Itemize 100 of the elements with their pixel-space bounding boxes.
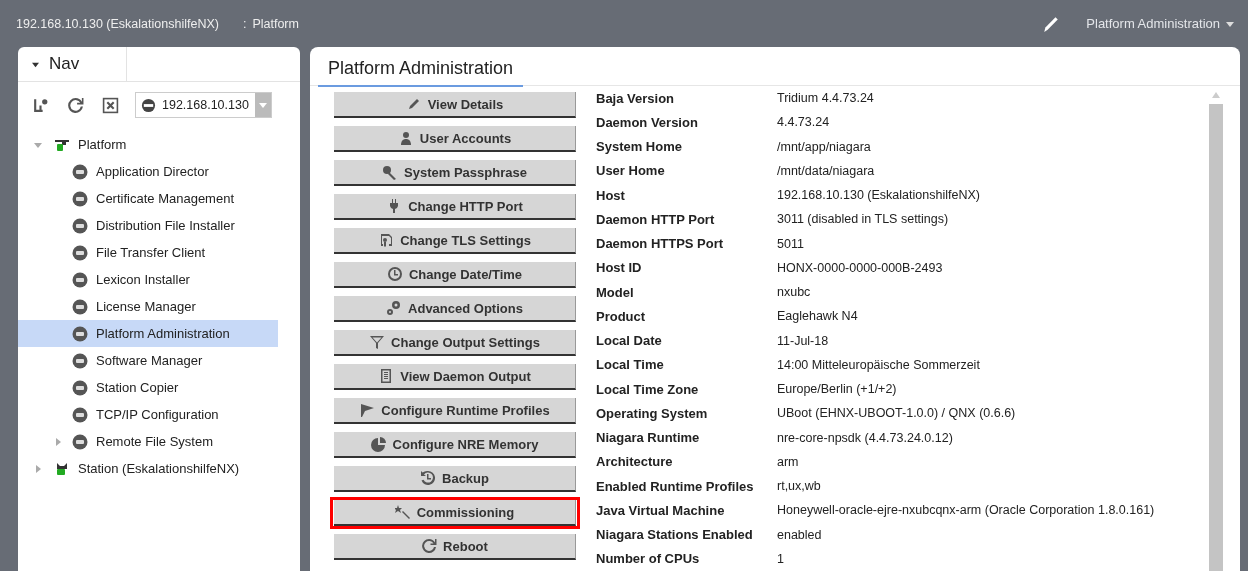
action-button[interactable]: Backup: [334, 466, 576, 492]
action-button[interactable]: Configure Runtime Profiles: [334, 398, 576, 424]
action-button[interactable]: Reboot: [334, 534, 576, 560]
gears-icon: [386, 300, 403, 316]
property-name: Niagara Runtime: [596, 430, 701, 446]
action-button[interactable]: Advanced Options: [334, 296, 576, 322]
pie-chart-icon: [370, 436, 387, 452]
expand-arrow-icon[interactable]: [34, 140, 42, 149]
tree-label: License Manager: [96, 299, 196, 314]
property-name: Architecture: [596, 454, 674, 470]
tree-item[interactable]: Platform: [18, 131, 278, 158]
property-name: Number of CPUs: [596, 551, 701, 567]
host-title: 192.168.10.130 (EskalationshilfeNX): [16, 16, 219, 31]
property-name: Local Date: [596, 333, 663, 349]
action-button[interactable]: Commissioning: [334, 500, 576, 526]
action-button[interactable]: Change Date/Time: [334, 262, 576, 288]
tree-item[interactable]: Station Copier: [18, 374, 278, 401]
tree-item[interactable]: Application Director: [18, 158, 278, 185]
tree-item[interactable]: Lexicon Installer: [18, 266, 278, 293]
button-label: View Daemon Output: [400, 368, 531, 384]
tree-item[interactable]: Platform Administration: [18, 320, 278, 347]
view-tab[interactable]: Platform Administration: [318, 58, 524, 87]
button-label: Reboot: [443, 538, 488, 554]
tree-label: Application Director: [96, 164, 209, 179]
refresh-icon: [421, 538, 438, 554]
tool-icon: [72, 271, 88, 288]
action-button[interactable]: Configure NRE Memory: [334, 432, 576, 458]
tree-item[interactable]: Station (EskalationshilfeNX): [18, 455, 278, 482]
property-name: Local Time Zone: [596, 381, 700, 397]
caret-icon: [32, 60, 39, 68]
action-button[interactable]: View Details: [334, 92, 576, 118]
caret-icon: [1226, 19, 1234, 28]
expand-arrow-icon[interactable]: [34, 464, 42, 473]
host-dropdown[interactable]: 192.168.10.130: [135, 92, 272, 118]
host-icon: [141, 97, 156, 113]
tree-item[interactable]: Remote File System: [18, 428, 278, 455]
button-label: Commissioning: [416, 504, 515, 520]
property-name: Model: [596, 284, 635, 300]
path-separator: :: [242, 16, 247, 31]
certificate-icon: [378, 232, 395, 248]
property-value: 4.4.73.24: [777, 115, 830, 130]
tool-icon: [72, 190, 88, 207]
tree-item[interactable]: TCP/IP Configuration: [18, 401, 278, 428]
action-button[interactable]: Change TLS Settings: [334, 228, 576, 254]
property-name: Niagara Stations Enabled: [596, 527, 754, 543]
key-icon: [382, 164, 399, 180]
property-name: Enabled Runtime Profiles: [596, 478, 755, 494]
tool-icon: [72, 217, 88, 234]
tree-label: Software Manager: [96, 353, 203, 368]
dropdown-button[interactable]: [254, 93, 271, 117]
tree-label: File Transfer Client: [96, 245, 206, 260]
property-name: Operating System: [596, 405, 709, 421]
button-label: User Accounts: [419, 130, 512, 146]
action-button[interactable]: Change Output Settings: [334, 330, 576, 356]
clock-icon: [386, 266, 403, 282]
property-name: Daemon Version: [596, 114, 699, 130]
expand-arrow-icon[interactable]: [54, 437, 62, 446]
button-label: Configure NRE Memory: [392, 436, 539, 452]
action-button[interactable]: View Daemon Output: [334, 364, 576, 390]
tree-item[interactable]: File Transfer Client: [18, 239, 278, 266]
property-value: Europe/Berlin (+1/+2): [777, 382, 897, 397]
button-label: Advanced Options: [408, 300, 523, 316]
magic-wand-icon: [394, 504, 411, 520]
property-value: 1: [777, 551, 784, 566]
pencil-icon[interactable]: [1042, 14, 1061, 33]
action-button[interactable]: User Accounts: [334, 126, 576, 152]
action-button[interactable]: Change HTTP Port: [334, 194, 576, 220]
view-menu[interactable]: Platform Administration: [1086, 16, 1234, 31]
property-name: Product: [596, 308, 647, 324]
property-name: Baja Version: [596, 90, 676, 106]
property-value: nxubc: [777, 285, 811, 300]
button-label: View Details: [427, 96, 504, 112]
host-value: 192.168.10.130: [162, 98, 249, 112]
network-icon[interactable]: [32, 96, 49, 114]
refresh-icon[interactable]: [67, 96, 84, 114]
tree-label: Platform Administration: [96, 326, 230, 341]
tool-icon: [72, 298, 88, 315]
close-icon[interactable]: [102, 96, 119, 114]
caret-icon: [258, 101, 267, 109]
property-value: rt,ux,wb: [777, 479, 821, 494]
nav-tab[interactable]: Nav: [18, 47, 127, 81]
property-name: Daemon HTTP Port: [596, 211, 716, 227]
tree-item[interactable]: License Manager: [18, 293, 278, 320]
tool-icon: [72, 163, 88, 180]
property-value: Eaglehawk N4: [777, 309, 858, 324]
property-value: Honeywell-oracle-ejre-nxubcqnx-arm (Oracle Corporation 1.8.0.161): [777, 503, 1155, 518]
property-value: UBoot (EHNX-UBOOT-1.0.0) / QNX (0.6.6): [777, 406, 1016, 421]
property-value: Tridium 4.4.73.24: [777, 91, 874, 106]
action-button[interactable]: System Passphrase: [334, 160, 576, 186]
tree-item[interactable]: Software Manager: [18, 347, 278, 374]
tree-item[interactable]: Distribution File Installer: [18, 212, 278, 239]
button-label: Change Output Settings: [391, 334, 540, 350]
button-label: Change HTTP Port: [408, 198, 523, 214]
property-name: Java Virtual Machine: [596, 502, 726, 518]
property-value: 3011 (disabled in TLS settings): [777, 212, 949, 227]
tree-item[interactable]: Certificate Management: [18, 185, 278, 212]
property-name: System Home: [596, 139, 683, 155]
property-name: Local Time: [596, 357, 665, 373]
button-label: Change TLS Settings: [400, 232, 531, 248]
scroll-up-icon[interactable]: [1212, 92, 1220, 98]
